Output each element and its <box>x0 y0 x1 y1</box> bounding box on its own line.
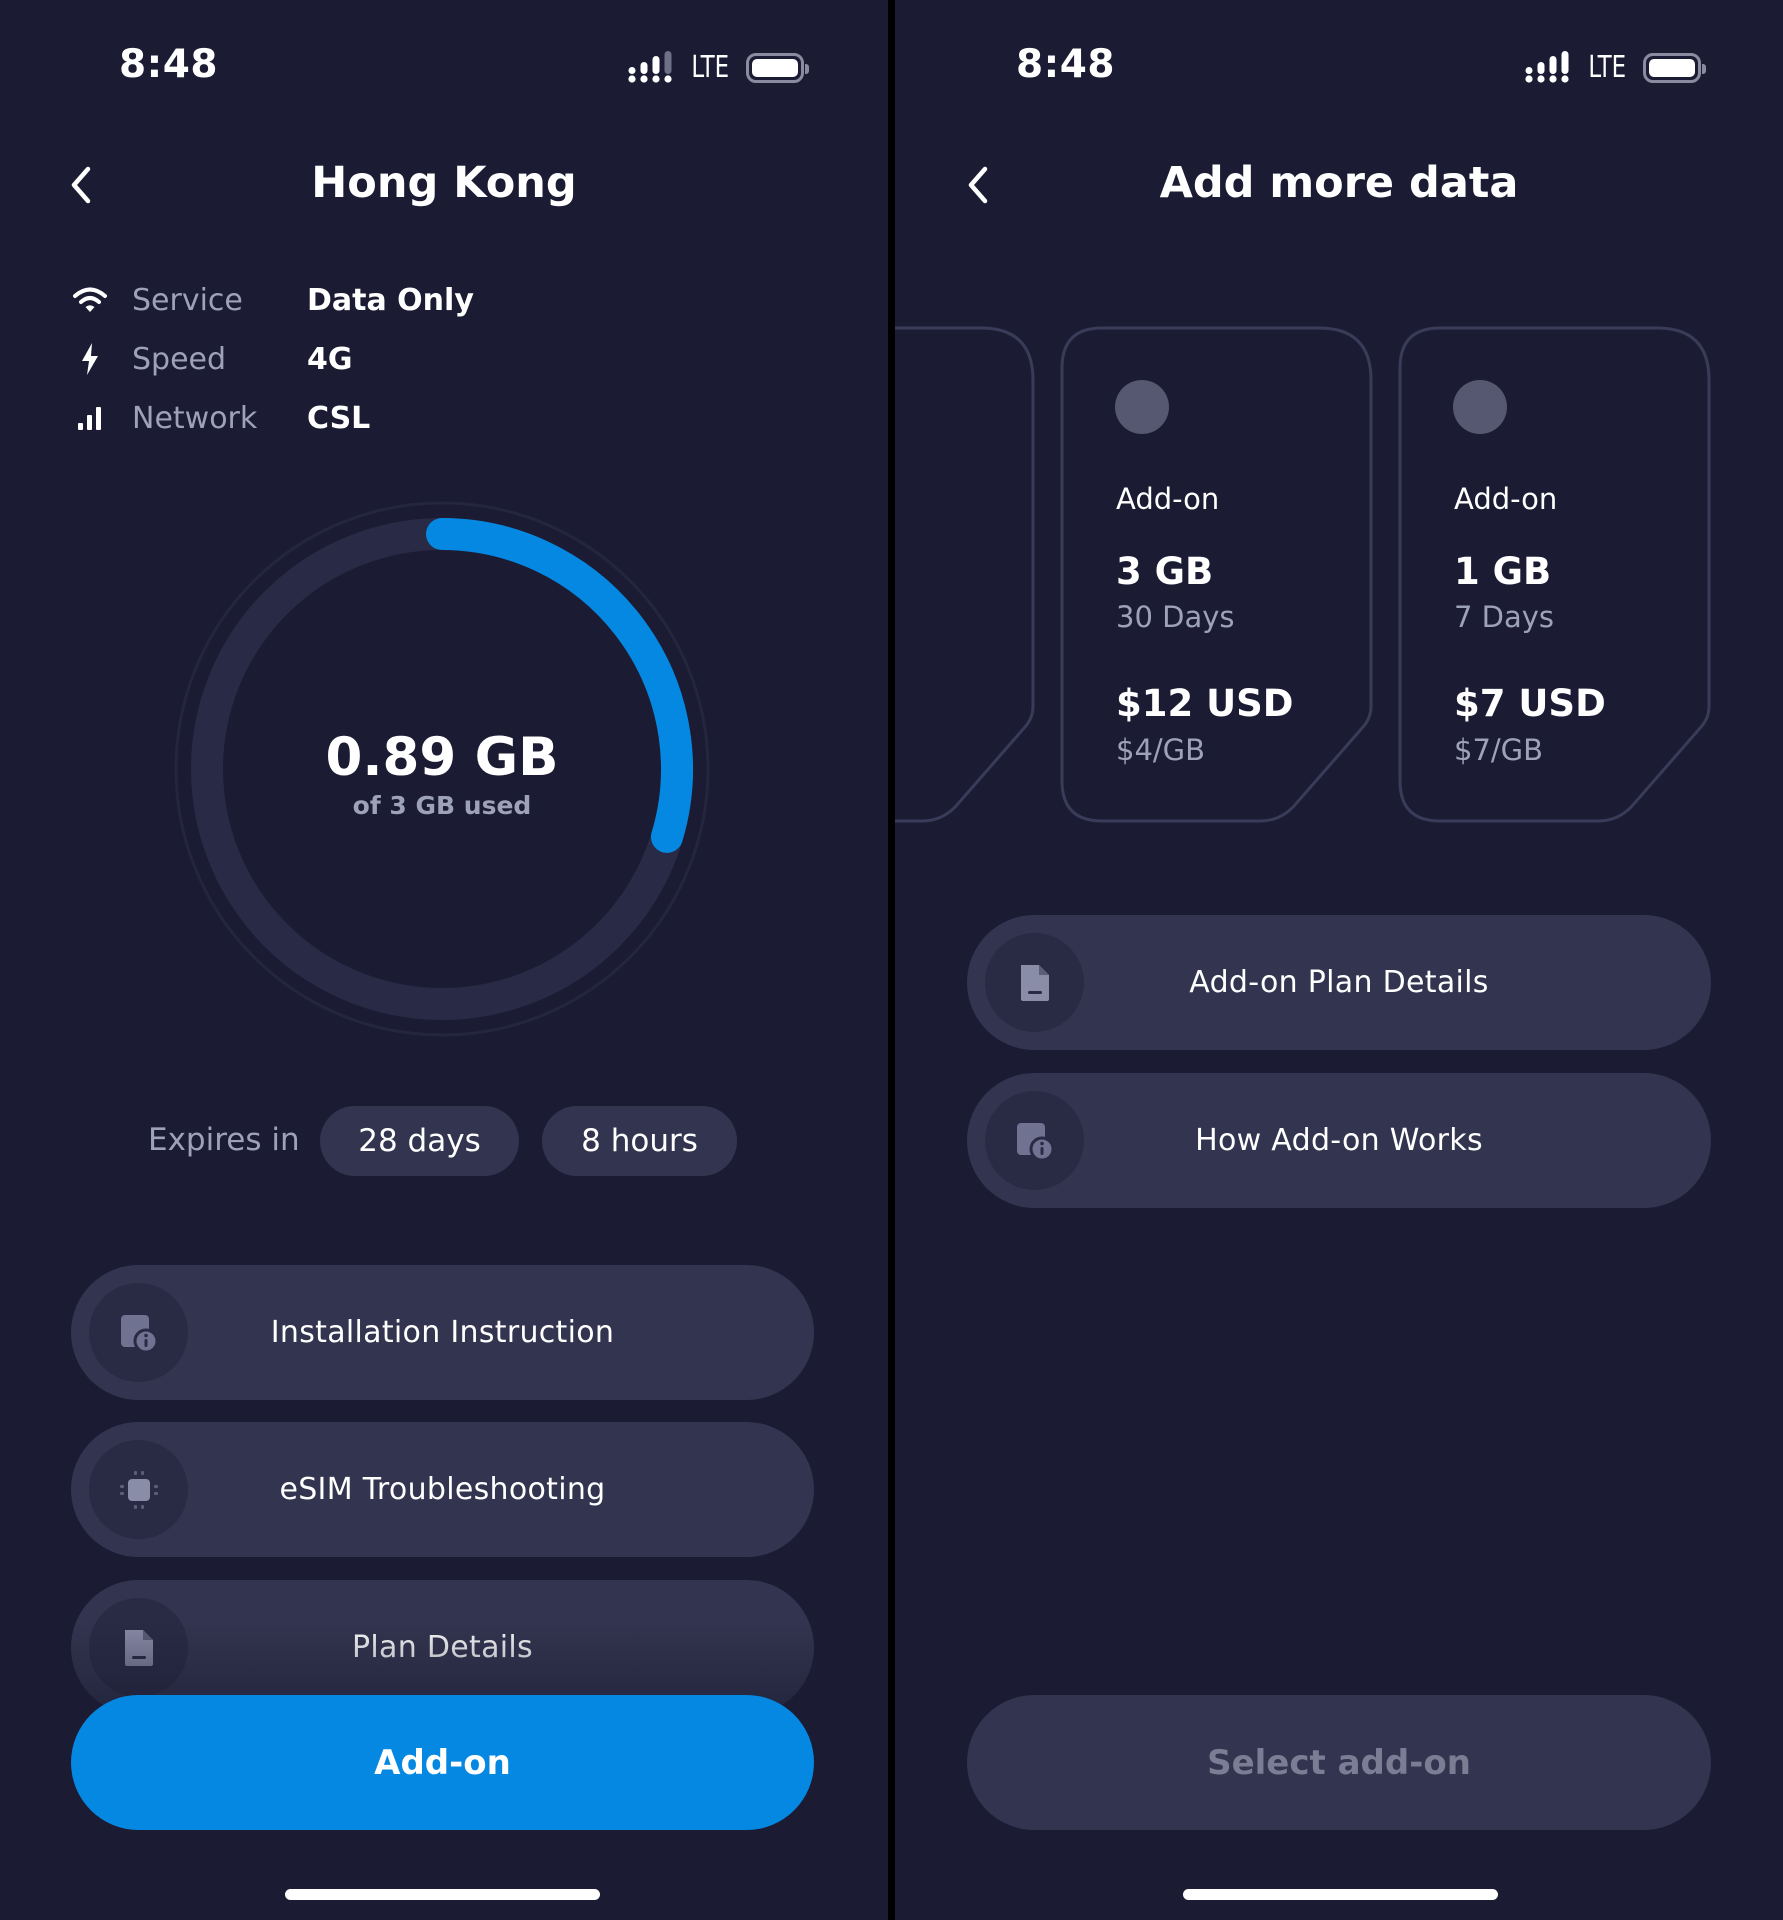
info-label: Network <box>132 400 258 436</box>
expiry-hours-badge: 8 hours <box>542 1106 737 1176</box>
status-time: 8:48 <box>1016 42 1116 87</box>
page-title: Add more data <box>1159 158 1519 208</box>
page-title: Hong Kong <box>311 158 577 208</box>
signal-bars-icon <box>628 50 672 83</box>
info-label: Speed <box>132 341 227 377</box>
how-addon-works-button[interactable]: How Add-on Works <box>967 1073 1711 1208</box>
card-radio-button[interactable] <box>1453 380 1507 434</box>
button-label: eSIM Troubleshooting <box>279 1472 606 1507</box>
addon-card-3gb[interactable]: Add-on 3 GB 30 Days $12 USD $4/GB <box>1060 326 1373 823</box>
card-data-size: 3 GB <box>1116 550 1214 593</box>
home-indicator <box>1183 1889 1498 1900</box>
screen-divider <box>888 0 895 1920</box>
card-kind: Add-on <box>1454 482 1558 516</box>
esim-troubleshooting-button[interactable]: eSIM Troubleshooting <box>71 1422 814 1557</box>
card-unit-price: $4/GB <box>1116 733 1206 767</box>
card-price: $7 USD <box>1454 682 1606 725</box>
status-time: 8:48 <box>119 42 219 87</box>
info-value: CSL <box>307 400 371 436</box>
button-label: How Add-on Works <box>1195 1123 1483 1158</box>
card-data-size: 1 GB <box>1454 550 1552 593</box>
card-validity: 7 Days <box>1454 600 1555 634</box>
info-value: Data Only <box>307 282 474 318</box>
select-addon-button[interactable]: Select add-on <box>967 1695 1711 1830</box>
signal-bars-icon <box>1525 50 1569 83</box>
addon-card-1gb[interactable]: Add-on 1 GB 7 Days $7 USD $7/GB <box>1398 326 1711 823</box>
usage-screen: 8:48 LTE Hong Kong Service Data Only Spe… <box>0 0 888 1920</box>
battery-icon <box>746 52 810 83</box>
info-value: 4G <box>307 341 353 377</box>
expires-label: Expires in <box>148 1122 300 1158</box>
info-row-network: Network CSL <box>70 398 370 438</box>
status-indicators: LTE <box>628 50 810 85</box>
installation-instruction-button[interactable]: Installation Instruction <box>71 1265 814 1400</box>
status-indicators: LTE <box>1525 50 1707 85</box>
button-label: Add-on Plan Details <box>1189 965 1489 1000</box>
card-radio-button[interactable] <box>1115 380 1169 434</box>
button-label: Installation Instruction <box>270 1315 615 1350</box>
card-price: $12 USD <box>1116 682 1294 725</box>
info-label: Service <box>132 282 243 318</box>
usage-value: 0.89 GB <box>325 727 559 788</box>
usage-caption: of 3 GB used <box>352 791 532 820</box>
info-row-service: Service Data Only <box>70 280 474 320</box>
addon-card-partial[interactable]: D 3 <box>895 326 1035 823</box>
addon-plan-details-button[interactable]: Add-on Plan Details <box>967 915 1711 1050</box>
add-on-button[interactable]: Add-on <box>71 1695 814 1830</box>
data-usage-gauge: 0.89 GB of 3 GB used <box>162 489 722 1049</box>
network-type: LTE <box>691 50 730 85</box>
add-more-data-screen: 8:48 LTE Add more data D 3 Add-on 3 GB 3… <box>895 0 1783 1920</box>
card-unit-price: $7/GB <box>1454 733 1544 767</box>
home-indicator <box>285 1889 600 1900</box>
signal-icon <box>70 398 110 438</box>
card-validity: 30 Days <box>1116 600 1235 634</box>
lightning-icon <box>70 339 110 379</box>
expiry-days-badge: 28 days <box>320 1106 519 1176</box>
wifi-icon <box>70 280 110 320</box>
card-kind: Add-on <box>1116 482 1220 516</box>
battery-icon <box>1643 52 1707 83</box>
info-row-speed: Speed 4G <box>70 339 353 379</box>
network-type: LTE <box>1588 50 1627 85</box>
